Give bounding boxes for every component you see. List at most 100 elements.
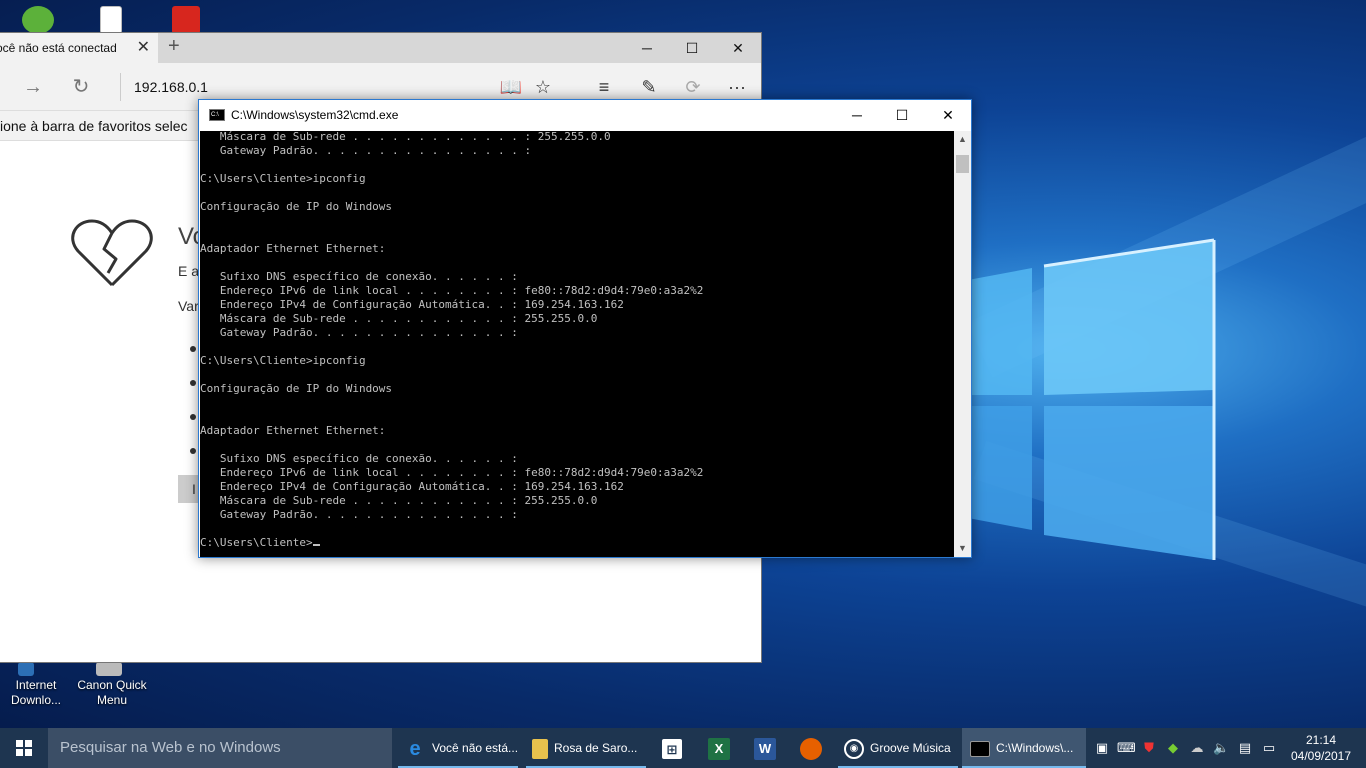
refresh-icon[interactable]: ↻: [66, 73, 96, 101]
taskbar-item-excel[interactable]: X: [702, 728, 736, 768]
cmd-scrollbar[interactable]: ▲ ▼: [954, 131, 971, 557]
scroll-down-icon[interactable]: ▼: [954, 540, 971, 557]
taskbar: Pesquisar na Web e no Windows e Você não …: [0, 728, 1366, 768]
console-line: Gateway Padrão. . . . . . . . . . . . . …: [200, 508, 518, 521]
taskbar-item-word[interactable]: W: [748, 728, 782, 768]
web-note-icon[interactable]: ✎: [634, 73, 664, 101]
cmd-title-bar[interactable]: C:\Windows\system32\cmd.exe ─ ☐ ✕: [199, 100, 971, 131]
notifications-icon[interactable]: ▭: [1261, 740, 1277, 756]
error-text: E a: [178, 263, 200, 279]
network-icon[interactable]: ▤: [1237, 740, 1253, 756]
cmd-console[interactable]: Máscara de Sub-rede . . . . . . . . . . …: [200, 131, 954, 557]
console-line: Endereço IPv4 de Configuração Automática…: [200, 480, 624, 493]
taskbar-item-cmd[interactable]: C:\Windows\...: [962, 728, 1086, 768]
desktop-icon-internet-download[interactable]: Internet Downlo...: [0, 662, 76, 708]
prompt-text: C:\Users\Cliente>: [200, 536, 313, 549]
tray-sync-icon[interactable]: ◆: [1165, 740, 1181, 756]
desktop-icon-pdf[interactable]: [160, 0, 240, 34]
clock[interactable]: 21:14 04/09/2017: [1286, 732, 1356, 764]
console-line: Configuração de IP do Windows: [200, 200, 393, 213]
cmd-close-button[interactable]: ✕: [925, 100, 971, 131]
taskbar-item-label: Você não está...: [432, 741, 518, 755]
taskbar-item-label: C:\Windows\...: [996, 741, 1074, 755]
tray-cloud-icon[interactable]: ☁: [1189, 740, 1205, 756]
cmd-title: C:\Windows\system32\cmd.exe: [231, 108, 399, 122]
console-line: Máscara de Sub-rede . . . . . . . . . . …: [200, 312, 598, 325]
new-tab-icon[interactable]: +: [168, 35, 180, 58]
store-icon: ⊞: [662, 738, 682, 759]
tab-title: ocê não está conectad: [0, 41, 117, 55]
edge-tab[interactable]: ocê não está conectad ✕: [0, 33, 158, 63]
start-button[interactable]: [0, 728, 48, 768]
console-line: Endereço IPv6 de link local . . . . . . …: [200, 466, 704, 479]
reading-view-icon[interactable]: 📖: [496, 73, 526, 101]
list-bullet: [190, 414, 196, 420]
more-icon[interactable]: ···: [722, 73, 752, 101]
taskbar-item-edge[interactable]: e Você não está...: [398, 728, 518, 768]
desktop-icon-document[interactable]: [80, 0, 160, 34]
edge-icon: e: [409, 737, 421, 760]
taskbar-item-firefox[interactable]: [794, 728, 828, 768]
console-line: Adaptador Ethernet Ethernet:: [200, 242, 386, 255]
console-line: Máscara de Sub-rede . . . . . . . . . . …: [200, 131, 611, 143]
taskbar-item-label: Rosa de Saro...: [554, 741, 638, 755]
tab-close-icon[interactable]: ✕: [137, 33, 150, 63]
desktop-icon-utorrent[interactable]: [0, 0, 80, 34]
cmd-minimize-button[interactable]: ─: [834, 100, 880, 131]
scroll-thumb[interactable]: [956, 155, 969, 173]
folder-icon: [532, 738, 548, 759]
share-icon[interactable]: ⟳: [678, 73, 708, 101]
forward-icon[interactable]: →: [18, 73, 48, 101]
document-icon: [100, 6, 122, 34]
volume-icon[interactable]: 🔈: [1213, 740, 1229, 756]
desktop-icon-canon-quick-menu[interactable]: Canon Quick Menu: [72, 662, 152, 708]
close-button[interactable]: ✕: [715, 33, 761, 63]
cmd-window: C:\Windows\system32\cmd.exe ─ ☐ ✕ Máscar…: [198, 99, 972, 558]
tray-app-icon[interactable]: ▣: [1094, 740, 1110, 756]
favorite-star-icon[interactable]: ☆: [528, 73, 558, 101]
cmd-icon: [209, 100, 225, 131]
console-line: C:\Users\Cliente>ipconfig: [200, 172, 366, 185]
tray-network-tool-icon[interactable]: ⌨: [1117, 740, 1136, 756]
taskbar-item-store[interactable]: ⊞: [656, 728, 690, 768]
list-bullet: [190, 346, 196, 352]
list-bullet: [190, 448, 196, 454]
firefox-icon: [800, 737, 822, 760]
search-input[interactable]: Pesquisar na Web e no Windows: [48, 728, 392, 768]
taskbar-item-explorer[interactable]: Rosa de Saro...: [526, 728, 646, 768]
taskbar-item-label: Groove Música: [870, 741, 951, 755]
list-bullet: [190, 380, 196, 386]
pdf-icon: [172, 6, 200, 34]
cmd-maximize-button[interactable]: ☐: [879, 100, 925, 131]
minimize-button[interactable]: ─: [624, 33, 670, 63]
maximize-button[interactable]: ☐: [669, 33, 715, 63]
console-prompt[interactable]: C:\Users\Cliente>: [200, 536, 954, 550]
console-line: Configuração de IP do Windows: [200, 382, 393, 395]
address-bar[interactable]: 192.168.0.1: [120, 73, 520, 101]
windows-logo: [968, 238, 1216, 560]
taskbar-item-groove[interactable]: ◉ Groove Música: [838, 728, 958, 768]
console-line: Adaptador Ethernet Ethernet:: [200, 424, 386, 437]
desktop-icon-label: Menu: [96, 693, 128, 707]
excel-icon: X: [708, 737, 730, 760]
cmd-icon: [970, 740, 990, 757]
canon-icon: [96, 662, 122, 676]
console-line: Gateway Padrão. . . . . . . . . . . . . …: [200, 326, 518, 339]
clock-time: 21:14: [1305, 733, 1337, 747]
edge-tab-bar: ocê não está conectad ✕ + ─ ☐ ✕: [0, 33, 761, 63]
console-line: Máscara de Sub-rede . . . . . . . . . . …: [200, 494, 598, 507]
error-text: Var: [178, 298, 199, 314]
tray-security-icon[interactable]: ⛊: [1141, 740, 1157, 756]
text-cursor: [312, 544, 320, 546]
scroll-up-icon[interactable]: ▲: [954, 131, 971, 148]
hub-icon[interactable]: ≡: [589, 73, 619, 101]
